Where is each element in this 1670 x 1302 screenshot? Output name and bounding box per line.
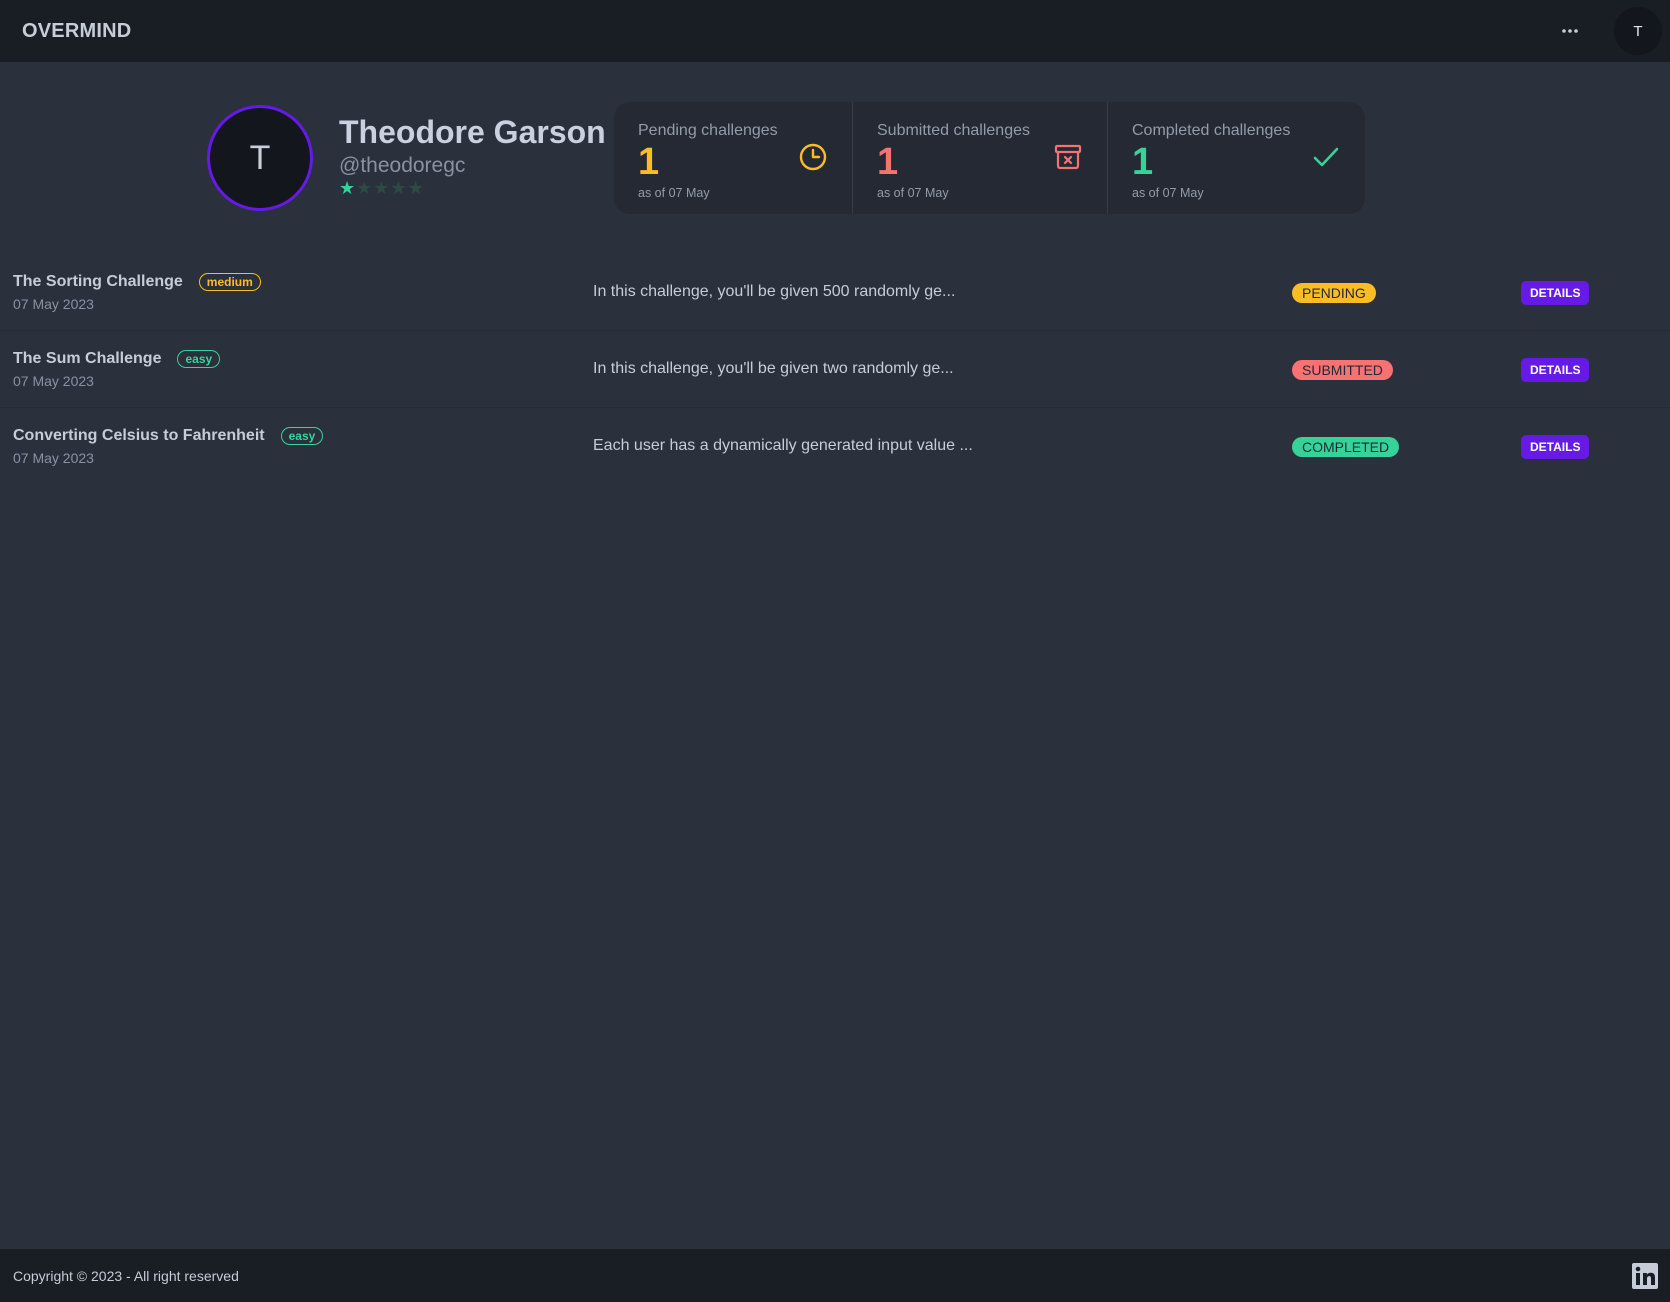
stat-title: Submitted challenges xyxy=(877,122,1030,139)
user-avatar-button[interactable]: T xyxy=(1614,7,1662,55)
difficulty-badge: easy xyxy=(177,350,221,368)
user-name: Theodore Garson xyxy=(339,114,606,150)
status-badge: COMPLETED xyxy=(1292,437,1400,457)
star-icon[interactable]: ★ xyxy=(408,179,424,197)
stat-value: 1 xyxy=(1132,141,1154,183)
linkedin-icon[interactable] xyxy=(1632,1262,1658,1289)
details-button[interactable]: DETAILS xyxy=(1521,358,1590,382)
challenge-description: In this challenge, you'll be given 500 r… xyxy=(593,283,956,300)
profile-section: T Theodore Garson @theodoregc ★ ★ ★ ★ ★ Pend… xyxy=(0,62,1670,252)
challenge-header: The Sum Challenge easy xyxy=(13,350,221,368)
challenge-date: 07 May 2023 xyxy=(13,450,94,466)
stat-desc: as of 07 May xyxy=(877,186,949,200)
stat-desc: as of 07 May xyxy=(638,186,710,200)
status-badge: PENDING xyxy=(1292,283,1376,303)
navbar: OVERMIND T xyxy=(0,0,1670,62)
challenge-title: The Sum Challenge xyxy=(13,350,162,367)
challenge-date: 07 May 2023 xyxy=(13,296,94,312)
challenge-row: Converting Celsius to Fahrenheit easy 07… xyxy=(0,408,1670,485)
difficulty-badge: easy xyxy=(280,427,324,445)
star-icon[interactable]: ★ xyxy=(373,179,389,197)
challenge-title: The Sorting Challenge xyxy=(13,273,183,290)
challenge-row: The Sorting Challenge medium 07 May 2023… xyxy=(0,254,1670,331)
details-button[interactable]: DETAILS xyxy=(1521,281,1590,305)
stat-title: Pending challenges xyxy=(638,122,778,139)
stat-desc: as of 07 May xyxy=(1132,186,1204,200)
stats-panel: Pending challenges 1 as of 07 May Submit… xyxy=(614,102,1365,214)
challenge-header: Converting Celsius to Fahrenheit easy xyxy=(13,427,324,445)
user-handle: @theodoregc xyxy=(339,154,466,177)
star-icon[interactable]: ★ xyxy=(339,179,355,197)
archive-x-icon xyxy=(1053,142,1083,177)
stat-title: Completed challenges xyxy=(1132,122,1291,139)
footer: Copyright © 2023 - All right reserved xyxy=(0,1249,1670,1302)
star-icon[interactable]: ★ xyxy=(356,179,372,197)
stat-pending: Pending challenges 1 as of 07 May xyxy=(614,102,852,214)
challenge-date: 07 May 2023 xyxy=(13,373,94,389)
copyright-text: Copyright © 2023 - All right reserved xyxy=(13,1267,239,1284)
navbar-actions: T xyxy=(1546,0,1670,62)
check-icon xyxy=(1311,142,1341,177)
stat-completed: Completed challenges 1 as of 07 May xyxy=(1107,102,1365,214)
challenge-header: The Sorting Challenge medium xyxy=(13,273,261,291)
profile-avatar: T xyxy=(207,105,313,211)
difficulty-badge: medium xyxy=(198,273,261,291)
clock-icon xyxy=(798,142,828,177)
stat-submitted: Submitted challenges 1 as of 07 May xyxy=(852,102,1107,214)
details-button[interactable]: DETAILS xyxy=(1521,435,1590,459)
challenge-description: In this challenge, you'll be given two r… xyxy=(593,360,954,377)
more-menu-button[interactable] xyxy=(1546,7,1594,55)
challenge-description: Each user has a dynamically generated in… xyxy=(593,437,973,454)
more-horizontal-icon xyxy=(1562,29,1578,33)
challenge-list: The Sorting Challenge medium 07 May 2023… xyxy=(0,254,1670,485)
challenge-row: The Sum Challenge easy 07 May 2023 In th… xyxy=(0,331,1670,408)
brand-logo[interactable]: OVERMIND xyxy=(22,20,131,43)
rating-stars: ★ ★ ★ ★ ★ xyxy=(339,179,424,197)
status-badge: SUBMITTED xyxy=(1292,360,1393,380)
star-icon[interactable]: ★ xyxy=(390,179,406,197)
challenge-title: Converting Celsius to Fahrenheit xyxy=(13,427,265,444)
